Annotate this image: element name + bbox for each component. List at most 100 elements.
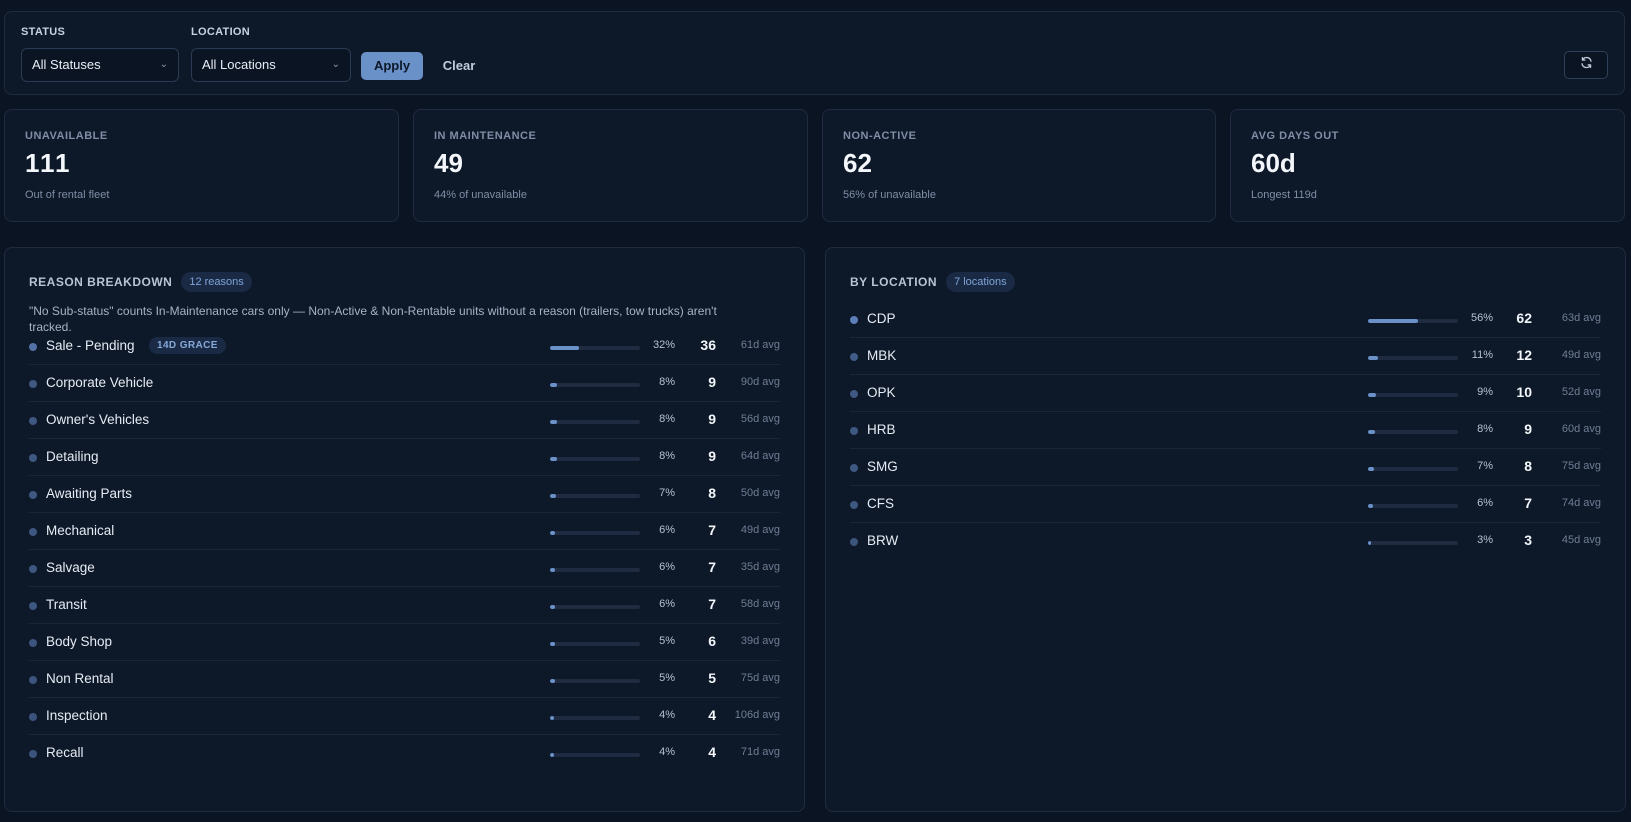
share-bar	[550, 494, 640, 498]
share-percent: 6%	[1477, 497, 1493, 509]
unit-count: 8	[708, 485, 716, 501]
unit-count: 5	[708, 670, 716, 686]
unit-count: 7	[708, 559, 716, 575]
share-bar-fill	[550, 679, 555, 683]
reason-name: Body Shop	[46, 634, 113, 649]
location-name: CDP	[867, 311, 896, 326]
bullet-dot-icon	[29, 380, 37, 388]
share-bar-fill	[550, 605, 556, 609]
avg-days: 75d avg	[1561, 460, 1601, 472]
share-percent: 9%	[1477, 386, 1493, 398]
unit-count: 7	[708, 596, 716, 612]
share-bar-fill	[550, 494, 557, 498]
share-bar	[550, 642, 640, 646]
share-bar	[550, 457, 640, 461]
location-name: BRW	[867, 533, 899, 548]
reason-row[interactable]: Owner's Vehicles 8% 9 56d avg	[29, 402, 780, 439]
share-bar	[550, 716, 640, 720]
share-percent: 32%	[652, 339, 675, 351]
share-bar-fill	[550, 642, 555, 646]
bullet-dot-icon	[29, 750, 37, 758]
reason-row[interactable]: Inspection 4% 4 106d avg	[29, 698, 780, 735]
reason-row[interactable]: Sale - Pending 32% 36 61d avg 14D GRACE	[29, 328, 780, 365]
location-filter: LOCATION All Locations ⌄	[191, 26, 351, 82]
share-bar	[1368, 430, 1458, 434]
reason-breakdown-panel: REASON BREAKDOWN 12 reasons "No Sub-stat…	[4, 247, 805, 812]
unit-count: 9	[708, 448, 716, 464]
reason-row[interactable]: Transit 6% 7 58d avg	[29, 587, 780, 624]
share-percent: 8%	[659, 376, 675, 388]
avg-days: 74d avg	[1561, 497, 1601, 509]
reason-row[interactable]: Awaiting Parts 7% 8 50d avg	[29, 476, 780, 513]
reason-row[interactable]: Non Rental 5% 5 75d avg	[29, 661, 780, 698]
bullet-dot-icon	[29, 713, 37, 721]
share-bar	[550, 605, 640, 609]
share-percent: 4%	[659, 709, 675, 721]
status-select-value: All Statuses	[32, 57, 101, 72]
status-select[interactable]: All Statuses ⌄	[21, 48, 179, 82]
avg-days: 71d avg	[740, 746, 780, 758]
reason-name: Non Rental	[46, 671, 114, 686]
share-percent: 8%	[659, 450, 675, 462]
share-percent: 5%	[659, 635, 675, 647]
count-badge: 7 locations	[946, 272, 1015, 292]
location-row[interactable]: HRB 8% 9 60d avg	[850, 412, 1601, 449]
location-row[interactable]: BRW 3% 3 45d avg	[850, 523, 1601, 560]
stat-value: 60d	[1251, 148, 1296, 178]
unit-count: 4	[708, 707, 716, 723]
avg-days: 49d avg	[1561, 349, 1601, 361]
bullet-dot-icon	[29, 417, 37, 425]
unit-count: 7	[1524, 495, 1532, 511]
reason-row[interactable]: Mechanical 6% 7 49d avg	[29, 513, 780, 550]
unit-count: 3	[1524, 532, 1532, 548]
refresh-button[interactable]	[1564, 51, 1608, 79]
avg-days: 64d avg	[740, 450, 780, 462]
reason-name: Inspection	[46, 708, 108, 723]
share-bar	[1368, 356, 1458, 360]
status-filter: STATUS All Statuses ⌄	[21, 26, 179, 82]
location-row[interactable]: CDP 56% 62 63d avg	[850, 301, 1601, 338]
clear-button[interactable]: Clear	[435, 52, 483, 80]
location-row[interactable]: MBK 11% 12 49d avg	[850, 338, 1601, 375]
unit-count: 9	[708, 374, 716, 390]
reason-name: Salvage	[46, 560, 95, 575]
chevron-down-icon: ⌄	[159, 59, 168, 70]
reason-row[interactable]: Detailing 8% 9 64d avg	[29, 439, 780, 476]
location-list: CDP 56% 62 63d avg MBK 11% 12 49d avg OPK 9% 10 52d…	[850, 301, 1601, 560]
avg-days: 50d avg	[740, 487, 780, 499]
location-row[interactable]: CFS 6% 7 74d avg	[850, 486, 1601, 523]
location-select[interactable]: All Locations ⌄	[191, 48, 351, 82]
reason-row[interactable]: Corporate Vehicle 8% 9 90d avg	[29, 365, 780, 402]
share-percent: 6%	[659, 561, 675, 573]
reason-list: Sale - Pending 32% 36 61d avg 14D GRACE Corpo…	[29, 328, 780, 772]
by-location-header: BY LOCATION 7 locations	[850, 272, 1015, 292]
reason-row[interactable]: Salvage 6% 7 35d avg	[29, 550, 780, 587]
share-percent: 7%	[659, 487, 675, 499]
filter-bar: STATUS All Statuses ⌄ LOCATION All Locat…	[4, 11, 1625, 95]
unit-count: 8	[1524, 458, 1532, 474]
share-percent: 11%	[1471, 349, 1493, 361]
apply-button[interactable]: Apply	[361, 52, 423, 80]
share-bar-fill	[1368, 319, 1419, 323]
stat-label: AVG DAYS OUT	[1251, 130, 1339, 142]
share-bar	[550, 568, 640, 572]
status-filter-label: STATUS	[21, 26, 66, 38]
reason-name: Awaiting Parts	[46, 486, 133, 501]
reason-row[interactable]: Body Shop 5% 6 39d avg	[29, 624, 780, 661]
share-percent: 8%	[1477, 423, 1493, 435]
stat-label: UNAVAILABLE	[25, 130, 108, 142]
avg-days: 61d avg	[740, 339, 780, 351]
share-percent: 3%	[1477, 534, 1493, 546]
share-percent: 4%	[659, 746, 675, 758]
reason-row[interactable]: Recall 4% 4 71d avg	[29, 735, 780, 772]
share-bar-fill	[550, 346, 579, 350]
bullet-dot-icon	[850, 316, 858, 324]
location-row[interactable]: OPK 9% 10 52d avg	[850, 375, 1601, 412]
share-bar-fill	[550, 568, 556, 572]
location-row[interactable]: SMG 7% 8 75d avg	[850, 449, 1601, 486]
avg-days: 106d avg	[734, 709, 780, 721]
reason-name: Detailing	[46, 449, 99, 464]
bullet-dot-icon	[850, 501, 858, 509]
bullet-dot-icon	[850, 390, 858, 398]
stat-card-in-maintenance: IN MAINTENANCE 49 44% of unavailable	[413, 109, 808, 222]
